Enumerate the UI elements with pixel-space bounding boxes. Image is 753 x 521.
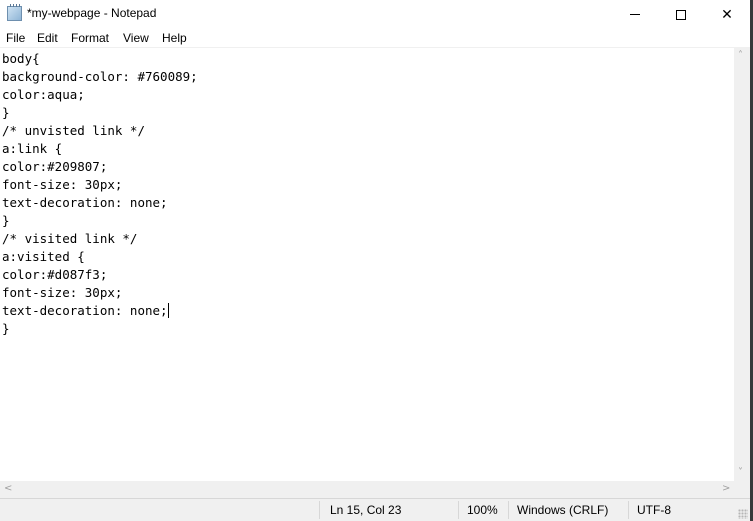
status-divider xyxy=(458,501,459,519)
vertical-scrollbar[interactable]: ˄ ˅ xyxy=(734,48,750,481)
scroll-left-icon[interactable]: < xyxy=(4,484,12,494)
status-divider xyxy=(319,501,320,519)
editor-line[interactable]: background-color: #760089; xyxy=(2,68,198,86)
maximize-button[interactable] xyxy=(658,0,704,29)
status-zoom: 100% xyxy=(467,503,498,517)
editor-line[interactable]: body{ xyxy=(2,50,198,68)
menu-view[interactable]: View xyxy=(123,31,149,45)
menu-format[interactable]: Format xyxy=(71,31,109,45)
scroll-down-icon[interactable]: ˅ xyxy=(738,468,743,478)
close-button[interactable]: ✕ xyxy=(704,0,750,29)
status-position: Ln 15, Col 23 xyxy=(330,503,402,517)
notepad-icon xyxy=(7,4,22,21)
scroll-up-icon[interactable]: ˄ xyxy=(738,51,743,61)
title-bar[interactable]: *my-webpage - Notepad ✕ xyxy=(0,0,750,29)
status-bar: Ln 15, Col 23 100% Windows (CRLF) UTF-8 xyxy=(0,498,750,521)
text-editor[interactable]: body{background-color: #760089; color:aqu… xyxy=(0,48,734,481)
editor-line[interactable]: text-decoration: none; xyxy=(2,194,198,212)
resize-grip-icon[interactable] xyxy=(738,509,748,519)
editor-line[interactable]: a:visited { xyxy=(2,248,198,266)
scroll-right-icon[interactable]: > xyxy=(722,484,730,494)
editor-line[interactable]: a:link { xyxy=(2,140,198,158)
editor-line[interactable]: color:#209807; xyxy=(2,158,198,176)
maximize-icon xyxy=(676,9,686,20)
editor-content[interactable]: body{background-color: #760089; color:aqu… xyxy=(2,50,198,338)
window-title: *my-webpage - Notepad xyxy=(27,6,157,20)
status-encoding: UTF-8 xyxy=(637,503,671,517)
menu-file[interactable]: File xyxy=(6,31,25,45)
status-divider xyxy=(628,501,629,519)
editor-line[interactable]: color:aqua; xyxy=(2,86,198,104)
editor-line[interactable]: text-decoration: none; xyxy=(2,302,198,320)
scrollbar-corner xyxy=(734,481,750,498)
editor-line[interactable]: color:#d087f3; xyxy=(2,266,198,284)
menu-help[interactable]: Help xyxy=(162,31,187,45)
editor-line[interactable]: } xyxy=(2,320,198,338)
menu-bar: File Edit Format View Help xyxy=(0,29,750,48)
notepad-window: *my-webpage - Notepad ✕ File Edit Format… xyxy=(0,0,750,521)
status-line-ending: Windows (CRLF) xyxy=(517,503,609,517)
editor-line[interactable]: /* visited link */ xyxy=(2,230,198,248)
editor-line[interactable]: /* unvisted link */ xyxy=(2,122,198,140)
text-caret xyxy=(167,303,169,318)
minimize-button[interactable] xyxy=(612,0,658,29)
minimize-icon xyxy=(630,14,640,15)
menu-edit[interactable]: Edit xyxy=(37,31,58,45)
editor-line[interactable]: } xyxy=(2,212,198,230)
editor-line[interactable]: font-size: 30px; xyxy=(2,176,198,194)
close-icon: ✕ xyxy=(721,6,733,23)
editor-line[interactable]: } xyxy=(2,104,198,122)
editor-line[interactable]: font-size: 30px; xyxy=(2,284,198,302)
horizontal-scrollbar[interactable]: < > xyxy=(0,481,734,498)
status-divider xyxy=(508,501,509,519)
